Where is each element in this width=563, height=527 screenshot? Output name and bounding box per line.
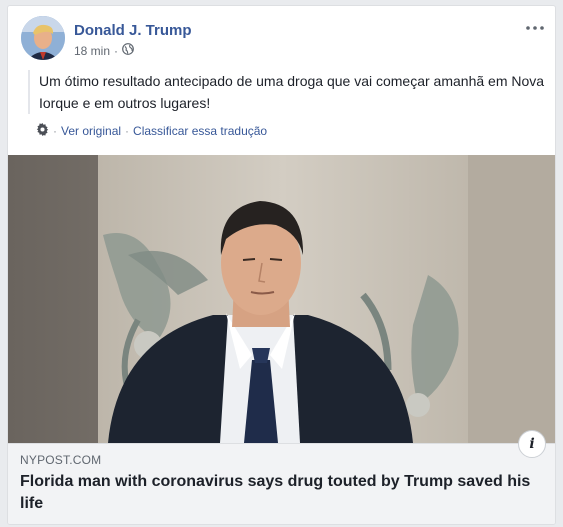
- post-card: Donald J. Trump 18 min · Um ótimo result…: [7, 5, 556, 525]
- post-timestamp[interactable]: 18 min: [74, 44, 110, 58]
- photo-man-in-suit: [8, 155, 555, 443]
- gear-icon[interactable]: [36, 123, 49, 139]
- info-icon[interactable]: i: [518, 430, 546, 458]
- link-headline[interactable]: Florida man with coronavirus says drug t…: [20, 471, 540, 515]
- translation-separator-2: ·: [125, 124, 130, 138]
- see-original-link[interactable]: Ver original: [61, 124, 121, 138]
- rate-translation-link[interactable]: Classificar essa tradução: [133, 124, 267, 138]
- author-avatar[interactable]: [21, 16, 65, 60]
- meta-separator: ·: [114, 43, 119, 58]
- author-name[interactable]: Donald J. Trump: [74, 22, 192, 39]
- more-options-icon[interactable]: [525, 20, 545, 36]
- link-domain: NYPOST.COM: [20, 453, 102, 467]
- translation-bar: · Ver original · Classificar essa traduç…: [36, 123, 267, 139]
- globe-icon[interactable]: [122, 43, 134, 58]
- post-meta: 18 min ·: [74, 43, 134, 58]
- post-text: Um ótimo resultado antecipado de uma dro…: [28, 70, 555, 114]
- translation-separator: ·: [53, 124, 57, 138]
- link-preview-image[interactable]: [8, 155, 555, 443]
- link-preview-footer[interactable]: i NYPOST.COM Florida man with coronaviru…: [8, 430, 555, 524]
- avatar-image: [21, 16, 65, 60]
